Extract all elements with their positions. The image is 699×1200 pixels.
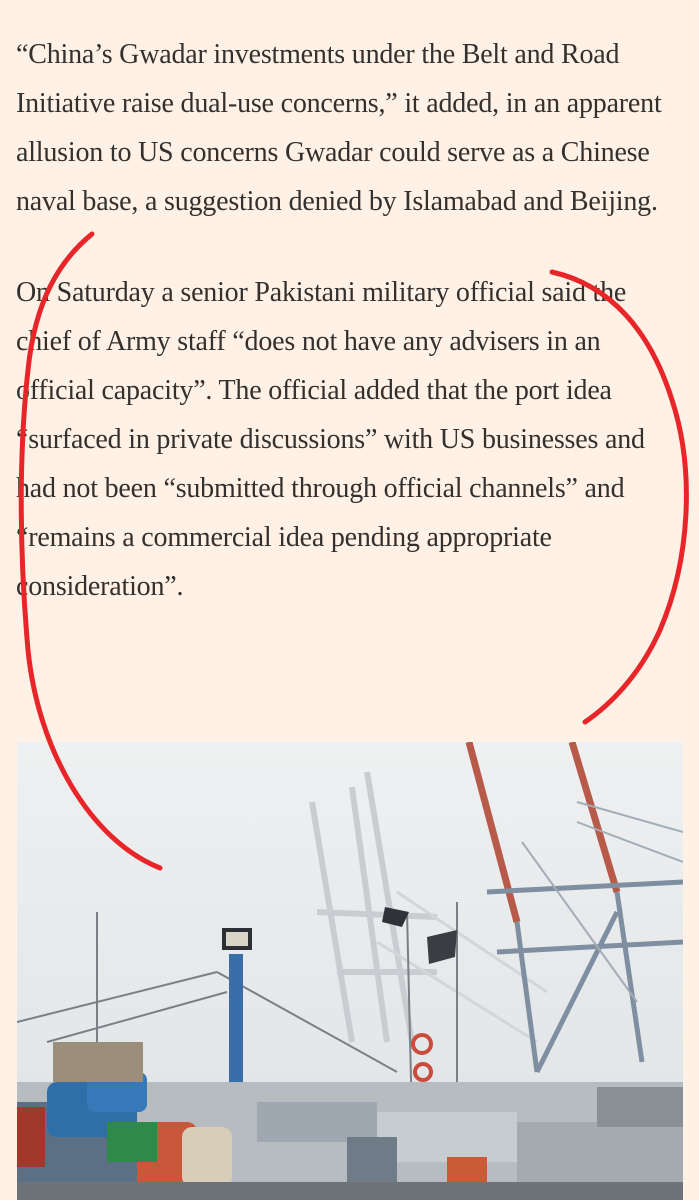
paragraph-1: “China’s Gwadar investments under the Be… xyxy=(16,39,662,217)
article-body: “China’s Gwadar investments under the Be… xyxy=(16,30,676,653)
paragraph-2: On Saturday a senior Pakistani military … xyxy=(16,277,645,602)
harbor-photo xyxy=(17,742,683,1200)
article-photo xyxy=(17,742,683,1200)
